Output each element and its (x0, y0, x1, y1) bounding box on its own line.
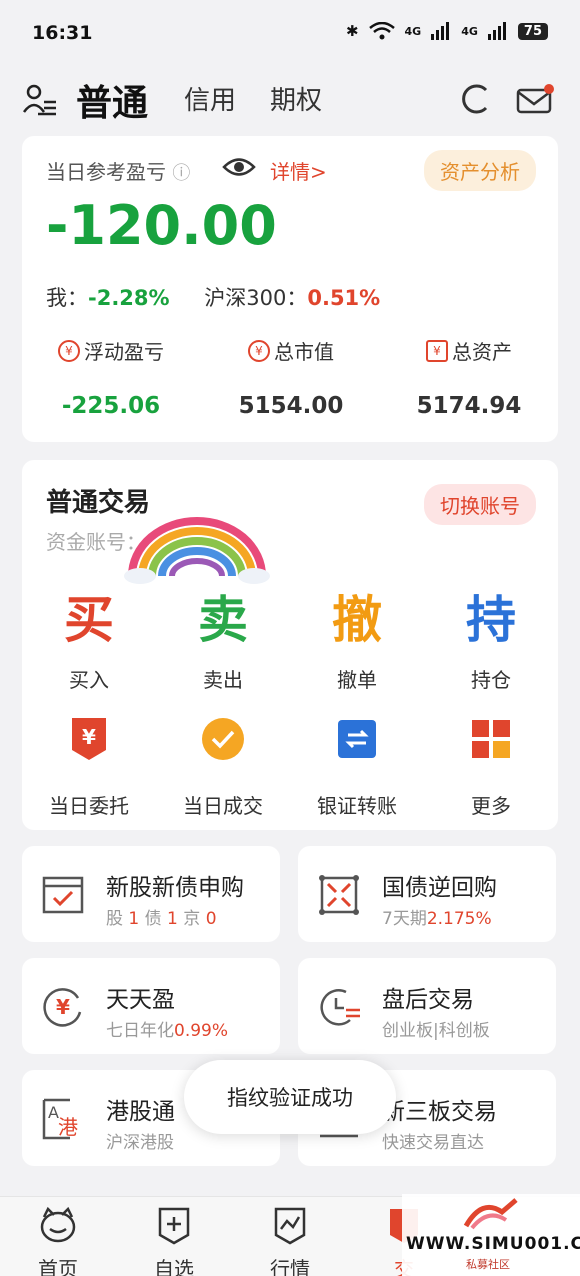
battery-icon: 75 (517, 22, 548, 40)
account-menu-icon[interactable] (22, 82, 58, 118)
yen-icon: ¥ (248, 339, 270, 362)
tab-normal[interactable]: 普通 (76, 74, 148, 126)
info-icon[interactable]: ⓘ (172, 163, 190, 184)
my-return-value: -2.28% (88, 286, 170, 310)
reverse-repo-tile[interactable]: 国债逆回购 7天期2.175% (298, 846, 556, 942)
status-bar: 16:31 ✱ 4G 4G 75 (0, 0, 580, 70)
refresh-icon[interactable] (458, 82, 492, 116)
after-hours-trading-tile[interactable]: 盘后交易 创业板|科创板 (298, 958, 556, 1054)
wifi-icon (368, 22, 395, 40)
signal-bars-icon (431, 22, 450, 40)
home-mascot-icon (40, 1206, 76, 1243)
index-label: 沪深300： (204, 286, 308, 310)
watermark-logo-icon (463, 1198, 518, 1230)
header: 普通 信用 期权 (0, 70, 580, 134)
svg-text:¥: ¥ (82, 725, 96, 749)
fingerprint-toast: 指纹验证成功 (184, 1060, 396, 1134)
yen-cycle-icon: ¥ (43, 988, 82, 1027)
stat-floating-pnl: ¥ 浮动盈亏 -225.06 (26, 336, 196, 419)
hk-stock-icon: A 港 (42, 1098, 78, 1140)
grid-icon (472, 720, 510, 758)
sell-button[interactable]: 卖 卖出 (156, 590, 290, 693)
switch-account-button[interactable]: 切换账号 (424, 484, 536, 525)
detail-link[interactable]: 详情> (270, 156, 327, 185)
trade-card: 普通交易 资金账号： 切换账号 买 买入 卖 卖出 撤 撤单 持 持仓 ¥ 当日… (22, 460, 558, 830)
wallet-icon: ¥ (426, 339, 448, 362)
tab-options[interactable]: 期权 (270, 80, 322, 117)
eye-icon[interactable] (222, 154, 256, 180)
ipo-subscription-tile[interactable]: 新股新债申购 股 1 债 1 京 0 (22, 846, 280, 942)
ipo-icon (42, 876, 84, 914)
signal-icon: 4G (461, 24, 478, 38)
check-circle-icon (202, 718, 244, 760)
tab-credit[interactable]: 信用 (184, 80, 236, 117)
status-time: 16:31 (32, 22, 93, 44)
watchlist-add-icon (158, 1207, 190, 1245)
nav-watchlist[interactable]: 自选 (134, 1205, 214, 1276)
clock-list-icon (320, 989, 360, 1026)
my-return-label: 我： (46, 286, 88, 310)
asset-analysis-button[interactable]: 资产分析 (424, 150, 536, 191)
tiantianying-tile[interactable]: ¥ 天天盈 七日年化0.99% (22, 958, 280, 1054)
nav-home[interactable]: 首页 (18, 1205, 98, 1276)
transfer-icon (338, 720, 376, 758)
pnl-label: 当日参考盈亏 ⓘ (46, 160, 191, 184)
watermark: WWW.SIMU001.CN 私募社区 (402, 1194, 580, 1276)
bluetooth-icon: ✱ (345, 22, 359, 40)
watermark-sub: 私募社区 (466, 1258, 510, 1271)
today-deals-button[interactable]: 当日成交 (156, 716, 290, 819)
yen-icon: ¥ (58, 339, 80, 362)
reverse-repo-icon (319, 875, 359, 915)
status-icons: ✱ 4G 4G 75 (346, 22, 548, 40)
market-chart-icon (274, 1207, 306, 1245)
rainbow-sticker-icon (124, 517, 270, 584)
positions-button[interactable]: 持 持仓 (424, 590, 558, 693)
watermark-text: WWW.SIMU001.CN (406, 1234, 580, 1254)
yen-envelope-icon: ¥ (72, 718, 106, 760)
index-return-value: 0.51% (307, 286, 381, 310)
more-button[interactable]: 更多 (424, 716, 558, 819)
cancel-order-button[interactable]: 撤 撤单 (290, 590, 424, 693)
buy-button[interactable]: 买 买入 (22, 590, 156, 693)
stat-market-value: ¥ 总市值 5154.00 (238, 339, 344, 419)
svg-text:¥: ¥ (56, 995, 70, 1019)
svg-text:港: 港 (58, 1115, 78, 1139)
mail-icon[interactable] (516, 84, 554, 114)
pnl-card: 当日参考盈亏 ⓘ 详情> 资产分析 -120.00 我：-2.28% 沪深300… (22, 136, 558, 442)
signal-bars-icon (487, 22, 506, 40)
pnl-compare-row: 我：-2.28% 沪深300：0.51% (46, 282, 380, 312)
signal-icon: 4G (404, 24, 422, 38)
today-orders-button[interactable]: ¥ 当日委托 (22, 716, 156, 819)
bank-transfer-button[interactable]: 银证转账 (290, 716, 424, 819)
daily-pnl-value: -120.00 (46, 194, 277, 257)
stat-total-assets: ¥ 总资产 5174.94 (416, 339, 522, 419)
nav-market[interactable]: 行情 (250, 1205, 330, 1276)
